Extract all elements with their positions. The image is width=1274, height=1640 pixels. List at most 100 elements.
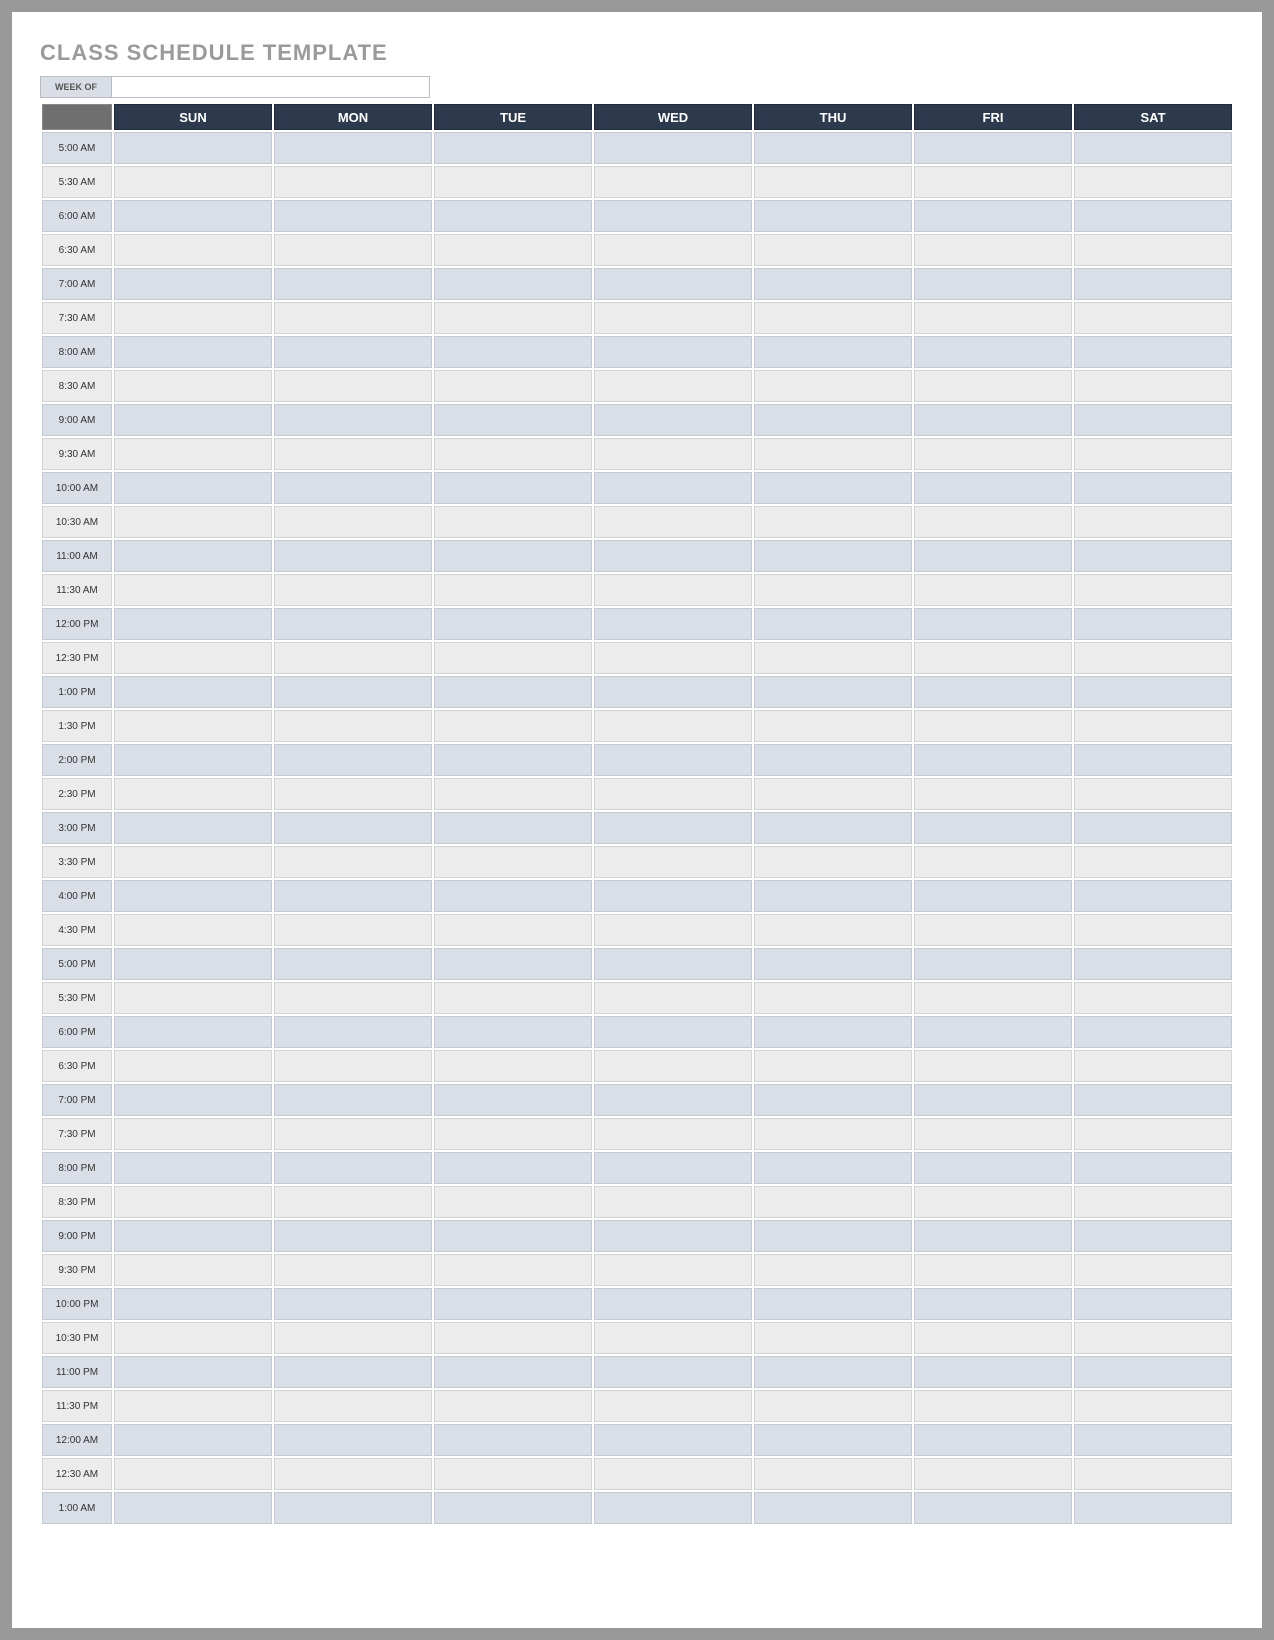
schedule-cell[interactable]: [754, 1016, 912, 1048]
schedule-cell[interactable]: [114, 1390, 272, 1422]
schedule-cell[interactable]: [594, 948, 752, 980]
schedule-cell[interactable]: [754, 880, 912, 912]
schedule-cell[interactable]: [434, 710, 592, 742]
schedule-cell[interactable]: [594, 132, 752, 164]
schedule-cell[interactable]: [434, 268, 592, 300]
schedule-cell[interactable]: [434, 880, 592, 912]
schedule-cell[interactable]: [754, 676, 912, 708]
schedule-cell[interactable]: [274, 812, 432, 844]
schedule-cell[interactable]: [594, 506, 752, 538]
schedule-cell[interactable]: [914, 1152, 1072, 1184]
schedule-cell[interactable]: [1074, 744, 1232, 776]
schedule-cell[interactable]: [594, 642, 752, 674]
schedule-cell[interactable]: [594, 846, 752, 878]
schedule-cell[interactable]: [274, 1220, 432, 1252]
schedule-cell[interactable]: [434, 404, 592, 436]
schedule-cell[interactable]: [1074, 370, 1232, 402]
schedule-cell[interactable]: [594, 1016, 752, 1048]
schedule-cell[interactable]: [914, 1084, 1072, 1116]
schedule-cell[interactable]: [594, 608, 752, 640]
schedule-cell[interactable]: [914, 812, 1072, 844]
schedule-cell[interactable]: [434, 506, 592, 538]
schedule-cell[interactable]: [754, 1390, 912, 1422]
schedule-cell[interactable]: [1074, 608, 1232, 640]
schedule-cell[interactable]: [594, 914, 752, 946]
schedule-cell[interactable]: [114, 506, 272, 538]
schedule-cell[interactable]: [594, 1118, 752, 1150]
schedule-cell[interactable]: [1074, 982, 1232, 1014]
schedule-cell[interactable]: [914, 1254, 1072, 1286]
schedule-cell[interactable]: [1074, 540, 1232, 572]
schedule-cell[interactable]: [594, 710, 752, 742]
schedule-cell[interactable]: [1074, 1152, 1232, 1184]
schedule-cell[interactable]: [434, 1152, 592, 1184]
schedule-cell[interactable]: [914, 1288, 1072, 1320]
schedule-cell[interactable]: [114, 574, 272, 606]
schedule-cell[interactable]: [434, 132, 592, 164]
schedule-cell[interactable]: [434, 676, 592, 708]
schedule-cell[interactable]: [594, 370, 752, 402]
schedule-cell[interactable]: [434, 166, 592, 198]
schedule-cell[interactable]: [754, 812, 912, 844]
schedule-cell[interactable]: [274, 166, 432, 198]
schedule-cell[interactable]: [754, 608, 912, 640]
schedule-cell[interactable]: [274, 1118, 432, 1150]
schedule-cell[interactable]: [274, 540, 432, 572]
schedule-cell[interactable]: [434, 438, 592, 470]
schedule-cell[interactable]: [114, 200, 272, 232]
schedule-cell[interactable]: [274, 1254, 432, 1286]
schedule-cell[interactable]: [434, 982, 592, 1014]
schedule-cell[interactable]: [754, 948, 912, 980]
schedule-cell[interactable]: [914, 710, 1072, 742]
schedule-cell[interactable]: [594, 166, 752, 198]
schedule-cell[interactable]: [114, 1016, 272, 1048]
schedule-cell[interactable]: [914, 132, 1072, 164]
schedule-cell[interactable]: [114, 948, 272, 980]
schedule-cell[interactable]: [274, 200, 432, 232]
schedule-cell[interactable]: [274, 506, 432, 538]
schedule-cell[interactable]: [114, 438, 272, 470]
schedule-cell[interactable]: [1074, 1492, 1232, 1524]
schedule-cell[interactable]: [1074, 1050, 1232, 1082]
schedule-cell[interactable]: [114, 370, 272, 402]
schedule-cell[interactable]: [114, 608, 272, 640]
schedule-cell[interactable]: [114, 744, 272, 776]
schedule-cell[interactable]: [754, 540, 912, 572]
schedule-cell[interactable]: [114, 540, 272, 572]
schedule-cell[interactable]: [914, 608, 1072, 640]
schedule-cell[interactable]: [1074, 1186, 1232, 1218]
schedule-cell[interactable]: [914, 1186, 1072, 1218]
schedule-cell[interactable]: [914, 1050, 1072, 1082]
schedule-cell[interactable]: [1074, 1390, 1232, 1422]
schedule-cell[interactable]: [274, 1186, 432, 1218]
schedule-cell[interactable]: [434, 574, 592, 606]
schedule-cell[interactable]: [434, 914, 592, 946]
schedule-cell[interactable]: [434, 1390, 592, 1422]
schedule-cell[interactable]: [754, 642, 912, 674]
schedule-cell[interactable]: [114, 778, 272, 810]
schedule-cell[interactable]: [274, 914, 432, 946]
schedule-cell[interactable]: [434, 1254, 592, 1286]
schedule-cell[interactable]: [434, 1050, 592, 1082]
schedule-cell[interactable]: [274, 438, 432, 470]
schedule-cell[interactable]: [914, 676, 1072, 708]
schedule-cell[interactable]: [754, 1152, 912, 1184]
schedule-cell[interactable]: [754, 846, 912, 878]
schedule-cell[interactable]: [274, 676, 432, 708]
schedule-cell[interactable]: [1074, 438, 1232, 470]
schedule-cell[interactable]: [754, 1424, 912, 1456]
schedule-cell[interactable]: [754, 1050, 912, 1082]
schedule-cell[interactable]: [754, 1322, 912, 1354]
schedule-cell[interactable]: [754, 1186, 912, 1218]
schedule-cell[interactable]: [434, 1220, 592, 1252]
schedule-cell[interactable]: [594, 574, 752, 606]
schedule-cell[interactable]: [114, 846, 272, 878]
schedule-cell[interactable]: [114, 880, 272, 912]
schedule-cell[interactable]: [274, 1458, 432, 1490]
schedule-cell[interactable]: [594, 1288, 752, 1320]
schedule-cell[interactable]: [914, 642, 1072, 674]
schedule-cell[interactable]: [434, 744, 592, 776]
schedule-cell[interactable]: [274, 608, 432, 640]
schedule-cell[interactable]: [594, 676, 752, 708]
schedule-cell[interactable]: [914, 336, 1072, 368]
